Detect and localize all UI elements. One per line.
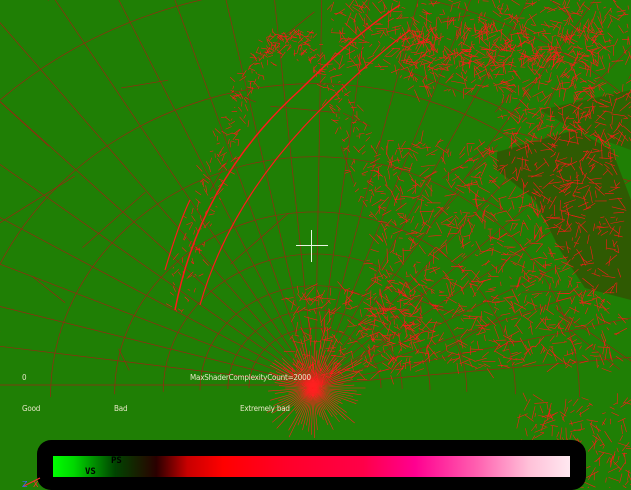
shader-complexity-legend: PS VS xyxy=(37,440,586,490)
max-shader-complexity-label: MaxShaderComplexityCount=2000 xyxy=(190,373,311,382)
scale-extremely-bad-label: Extremely bad xyxy=(240,404,290,413)
axis-gizmo-icon: Z X xyxy=(20,472,44,488)
axis-z-label: Z xyxy=(22,480,28,488)
axis-x-label: X xyxy=(33,480,39,488)
vs-marker-label: VS xyxy=(85,467,96,477)
scale-min-value: 0 xyxy=(22,373,26,382)
scale-good-label: Good xyxy=(22,404,40,413)
crosshair-cursor xyxy=(296,230,328,262)
complexity-gradient-bar xyxy=(53,456,570,477)
ps-marker-label: PS xyxy=(111,456,122,466)
scale-bad-label: Bad xyxy=(114,404,127,413)
